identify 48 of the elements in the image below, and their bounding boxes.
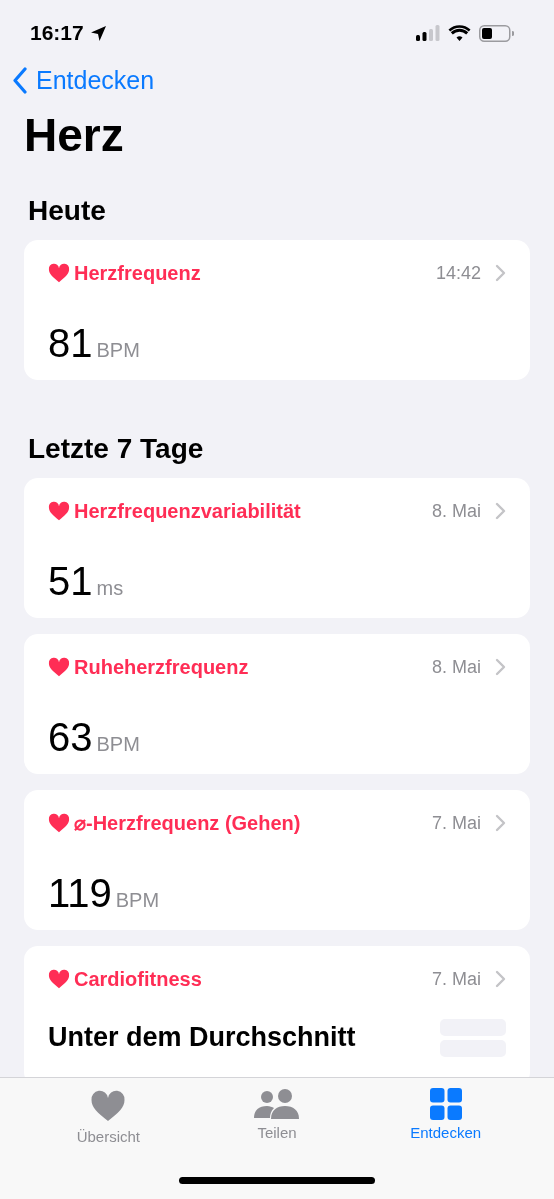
metric-date: 7. Mai bbox=[431, 812, 481, 834]
metric-date: 7. Mai bbox=[431, 968, 481, 990]
metric-value: 119 bbox=[48, 871, 112, 916]
battery-icon bbox=[479, 24, 514, 42]
people-icon bbox=[254, 1088, 300, 1120]
metric-label: Herzfrequenz bbox=[74, 261, 201, 285]
heart-icon bbox=[48, 968, 70, 990]
heart-icon bbox=[48, 656, 70, 678]
metric-card[interactable]: Ruheherzfrequenz 8. Mai 63 BPM bbox=[24, 634, 530, 774]
metric-unit: BPM bbox=[96, 339, 140, 362]
metric-date: 8. Mai bbox=[431, 500, 481, 522]
metric-value: 63 bbox=[48, 715, 93, 760]
section-title: Letzte 7 Tage bbox=[28, 432, 205, 466]
heart-icon bbox=[90, 1088, 127, 1124]
location-arrow-icon bbox=[89, 24, 107, 42]
metric-card[interactable]: Cardiofitness 7. Mai Unter dem Durchschnitt bbox=[24, 946, 530, 1077]
tab-item[interactable]: Entdecken bbox=[375, 1088, 516, 1145]
wifi-icon bbox=[448, 24, 471, 42]
section-title: Heute bbox=[28, 194, 107, 228]
metric-card[interactable]: Herzfrequenzvariabilität 8. Mai 51 ms bbox=[24, 478, 530, 618]
metric-card[interactable]: Herzfrequenz 14:42 81 BPM bbox=[24, 240, 530, 380]
grid-icon bbox=[429, 1088, 462, 1120]
heart-icon bbox=[48, 500, 70, 522]
chevron-icon bbox=[495, 970, 506, 988]
back-chevron-icon bbox=[12, 67, 28, 94]
metric-label: Herzfrequenzvariabilität bbox=[74, 499, 301, 523]
page-title: Herz bbox=[24, 108, 125, 163]
metric-label: Ruheherzfrequenz bbox=[74, 655, 249, 679]
heart-icon bbox=[48, 812, 70, 834]
heart-icon bbox=[48, 262, 70, 284]
signal-icon bbox=[416, 24, 440, 42]
chevron-icon bbox=[495, 264, 506, 282]
chevron-icon bbox=[495, 814, 506, 832]
metric-date: 14:42 bbox=[435, 262, 481, 284]
metric-label: ⌀-Herzfrequenz (Gehen) bbox=[74, 811, 301, 835]
back-link[interactable]: Entdecken bbox=[12, 66, 155, 95]
chevron-icon bbox=[495, 658, 506, 676]
metric-card[interactable]: ⌀-Herzfrequenz (Gehen) 7. Mai 119 BPM bbox=[24, 790, 530, 930]
chevron-icon bbox=[495, 502, 506, 520]
metric-unit: BPM bbox=[96, 733, 140, 756]
metric-value: 51 bbox=[48, 559, 93, 604]
status-time: 16:17 bbox=[30, 21, 84, 45]
metric-unit: BPM bbox=[115, 889, 160, 912]
metric-value: 81 bbox=[48, 321, 93, 366]
metric-date: 8. Mai bbox=[431, 656, 481, 678]
metric-unit: ms bbox=[96, 577, 124, 600]
classification-text: Unter dem Durchschnitt bbox=[48, 1021, 356, 1054]
metric-label: Cardiofitness bbox=[74, 967, 202, 991]
